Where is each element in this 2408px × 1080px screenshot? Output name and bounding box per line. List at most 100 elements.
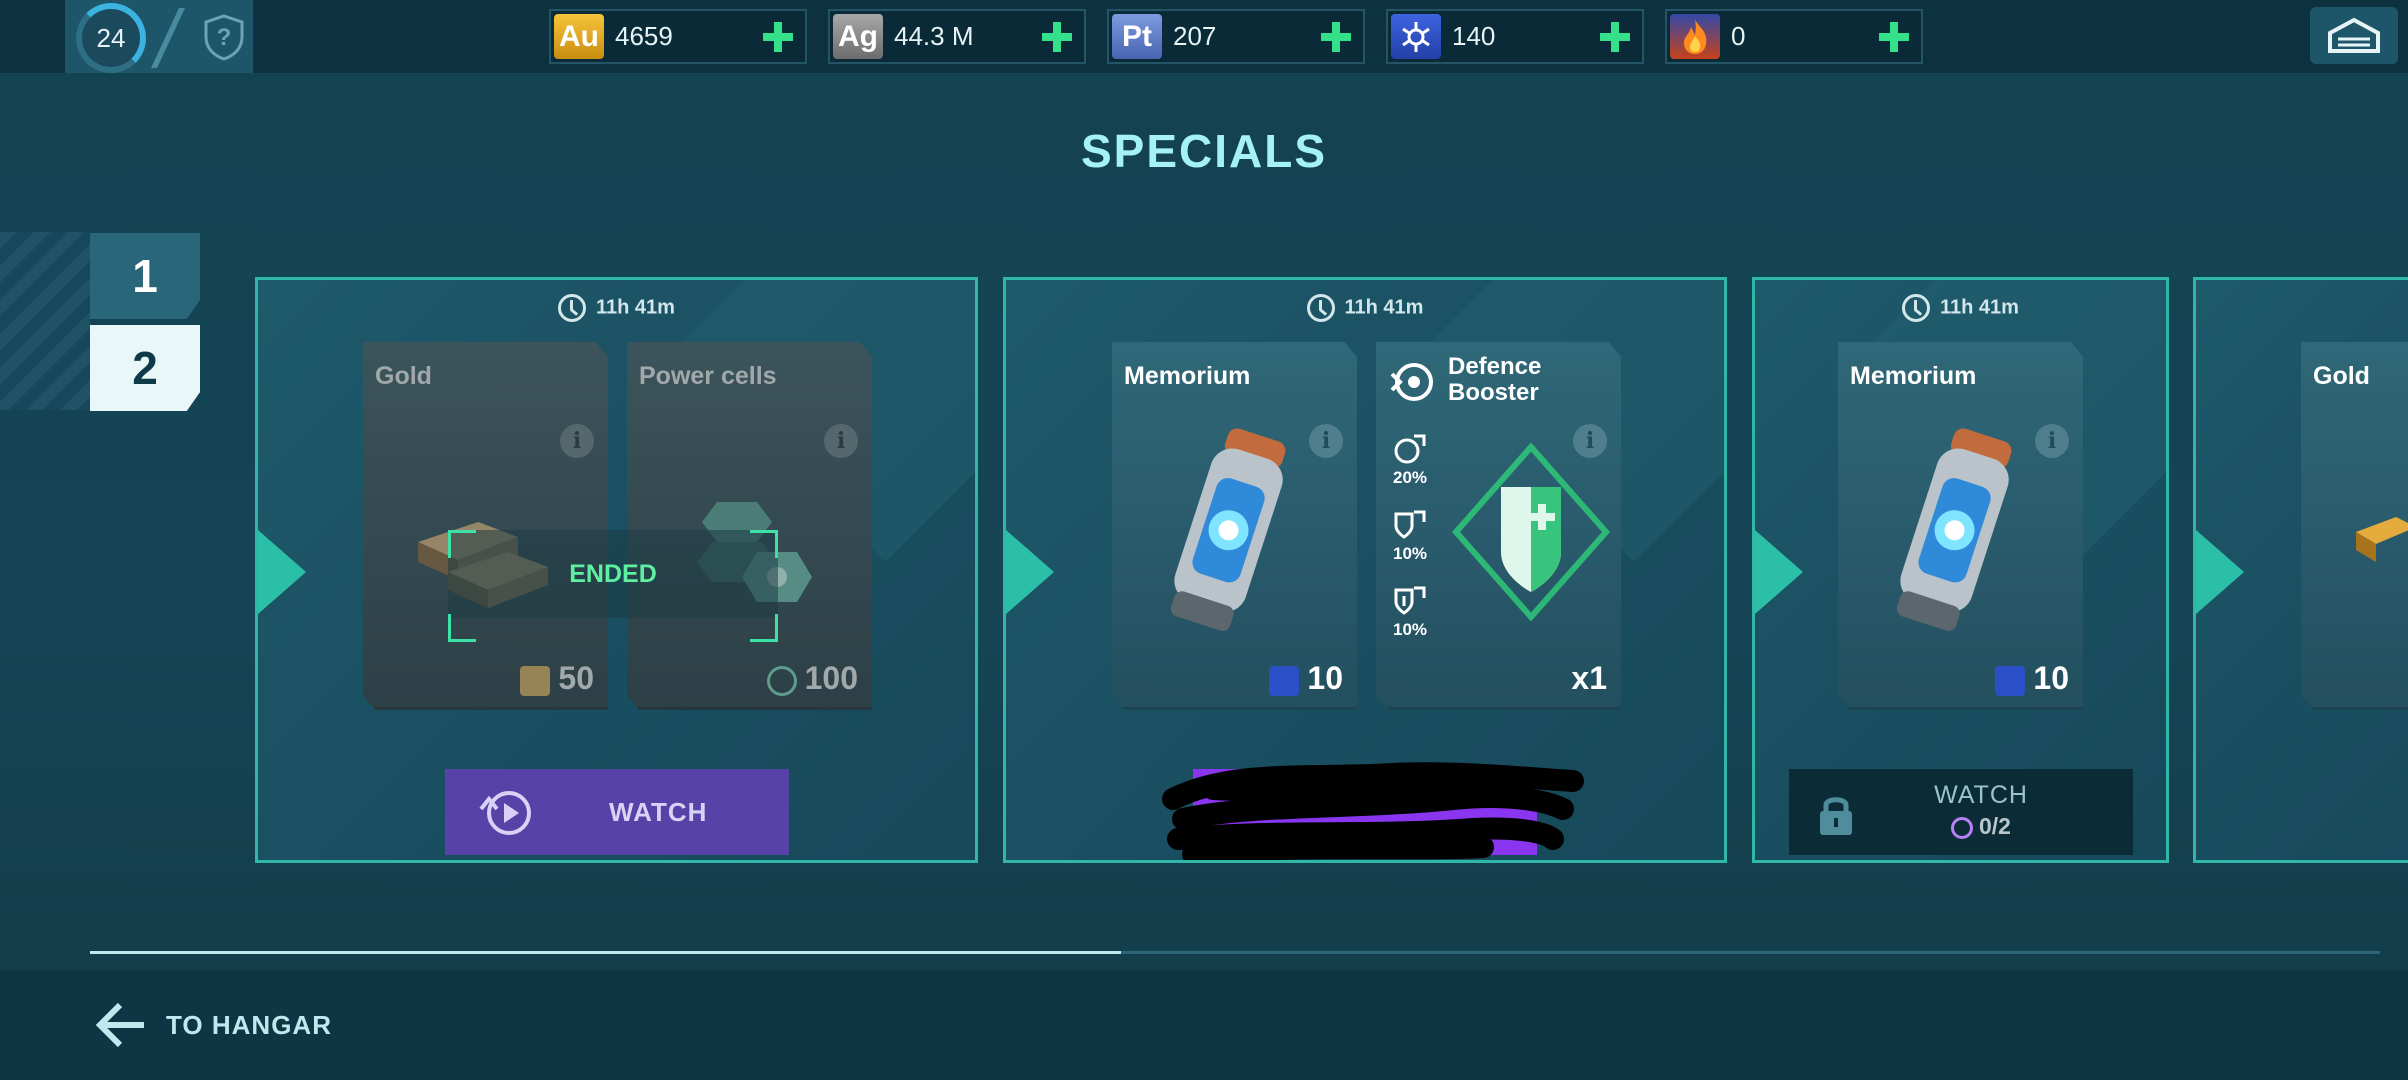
offer-timer: 11h 41m — [1006, 294, 1724, 322]
power-cell-icon — [766, 665, 797, 696]
to-hangar-label: TO HANGAR — [166, 1009, 332, 1040]
frame-corner — [750, 614, 778, 642]
reward-amount: x1 — [1571, 660, 1607, 696]
reward-amount: 100 — [766, 660, 858, 697]
add-platinum-button[interactable] — [1319, 20, 1353, 54]
arrow-decoration — [2196, 530, 2244, 614]
reward-card-gold[interactable]: Gold i 50 — [363, 342, 608, 710]
resource-memorium: 140 — [1386, 9, 1644, 64]
buy-offer-button[interactable] — [1162, 762, 1584, 860]
repair-boost-icon — [1394, 586, 1426, 615]
reward-amount: 50 — [520, 660, 594, 697]
offer-panel-2: 11h 41m Memorium i 10 Defence Booster i … — [1003, 277, 1727, 863]
top-bar: 24 ? Au 4659 Ag 44.3 M Pt 207 140 0 — [0, 0, 2408, 73]
info-icon[interactable]: i — [824, 424, 858, 458]
reward-card-memorium[interactable]: Memorium i 10 — [1838, 342, 2083, 710]
resource-gold: Au 4659 — [549, 9, 807, 64]
info-icon[interactable]: i — [2035, 424, 2069, 458]
specials-screen: 24 ? Au 4659 Ag 44.3 M Pt 207 140 0 SPEC… — [0, 0, 2408, 1080]
frame-corner — [448, 530, 476, 558]
player-level[interactable]: 24 ? — [65, 0, 253, 73]
offer-timer: 11h 41m — [1755, 294, 2166, 322]
add-gold-button[interactable] — [761, 20, 795, 54]
defence-shield-image — [1451, 442, 1611, 622]
info-icon[interactable]: i — [1309, 424, 1343, 458]
tab-page-2[interactable]: 2 — [90, 325, 200, 411]
memorium-value: 140 — [1452, 21, 1496, 51]
add-fire-button[interactable] — [1877, 20, 1911, 54]
arrow-decoration — [1755, 530, 1803, 614]
offer-timer: 11h 41m — [258, 294, 975, 322]
svg-text:?: ? — [217, 24, 232, 51]
memorium-capsule-image — [1896, 428, 2012, 631]
footer: TO HANGAR — [0, 970, 2408, 1080]
stat-repair: 10% — [1388, 586, 1432, 640]
scroll-progress — [90, 951, 2380, 954]
offer-ended-label: ENDED — [448, 530, 778, 618]
reward-name: Gold — [375, 362, 432, 390]
level-badge: 24 — [76, 3, 146, 73]
help-shield-icon[interactable]: ? — [202, 13, 246, 61]
platinum-value: 207 — [1173, 21, 1217, 51]
stat-speed: 20% — [1388, 434, 1432, 488]
reward-name: Defence Booster — [1448, 353, 1542, 406]
gold-icon: Au — [554, 14, 604, 59]
watch-ad-button[interactable]: WATCH — [445, 769, 789, 855]
resource-platinum: Pt 207 — [1107, 9, 1365, 64]
reward-name: Power cells — [639, 362, 777, 390]
watch-label: WATCH — [1934, 781, 2028, 809]
defence-booster-icon — [1390, 363, 1433, 401]
offer-panel-3: 11h 41m Memorium i 10 WATCH 0/2 — [1752, 277, 2169, 863]
add-memorium-button[interactable] — [1598, 20, 1632, 54]
fire-value: 0 — [1731, 21, 1746, 51]
silver-value: 44.3 M — [894, 21, 974, 51]
resource-silver: Ag 44.3 M — [828, 9, 1086, 64]
clock-icon — [1306, 294, 1335, 322]
offer-panel-1: 11h 41m Gold i 50 Power cells i 100 ENDE… — [255, 277, 978, 863]
stat-armor: 10% — [1388, 510, 1432, 564]
memorium-capsule-image — [1170, 428, 1286, 631]
page-title: SPECIALS — [1080, 125, 1328, 177]
gold-bars-image — [2356, 517, 2408, 562]
memorium-icon — [1269, 665, 1300, 696]
tab-page-1[interactable]: 1 — [90, 233, 200, 319]
tabs-decoration — [0, 232, 90, 410]
clock-icon — [558, 294, 587, 322]
reward-name: Memorium — [1850, 362, 1977, 390]
reward-card-gold[interactable]: Gold — [2301, 342, 2408, 710]
watch-label: WATCH — [609, 796, 708, 827]
reward-name: Memorium — [1124, 362, 1251, 390]
locked-watch-button[interactable]: WATCH 0/2 — [1789, 769, 2133, 855]
video-icon — [1951, 816, 1973, 839]
reward-card-memorium[interactable]: Memorium i 10 — [1112, 342, 1357, 710]
resource-fire: 0 — [1665, 9, 1923, 64]
offer-panel-4: Gold — [2193, 277, 2408, 863]
memorium-icon — [1995, 665, 2026, 696]
back-arrow-icon — [95, 1002, 144, 1048]
arrow-decoration — [258, 530, 306, 614]
info-icon[interactable]: i — [560, 424, 594, 458]
armor-boost-icon — [1394, 510, 1426, 539]
hangar-icon — [2328, 17, 2380, 53]
watch-count: 0/2 — [1789, 813, 2133, 840]
hangar-button[interactable] — [2310, 7, 2398, 64]
memorium-icon — [1391, 14, 1441, 59]
gold-value: 4659 — [615, 21, 673, 51]
divider — [151, 8, 185, 68]
reward-amount: 10 — [1995, 660, 2069, 697]
add-silver-button[interactable] — [1040, 20, 1074, 54]
scroll-progress-fill — [90, 951, 1121, 954]
reward-name: Gold — [2313, 362, 2370, 390]
platinum-icon: Pt — [1112, 14, 1162, 59]
speed-boost-icon — [1394, 434, 1426, 464]
to-hangar-button[interactable]: TO HANGAR — [94, 1000, 332, 1050]
fire-icon — [1670, 14, 1720, 59]
reward-card-power-cells[interactable]: Power cells i 100 — [627, 342, 872, 710]
reward-amount: 10 — [1269, 660, 1343, 697]
silver-icon: Ag — [833, 14, 883, 59]
clock-icon — [1902, 294, 1931, 322]
frame-corner — [750, 530, 778, 558]
arrow-decoration — [1006, 530, 1054, 614]
reward-card-defence-booster[interactable]: Defence Booster i 20% 10% 10% x1 — [1376, 342, 1621, 710]
redacted-scribble — [1162, 762, 1584, 860]
